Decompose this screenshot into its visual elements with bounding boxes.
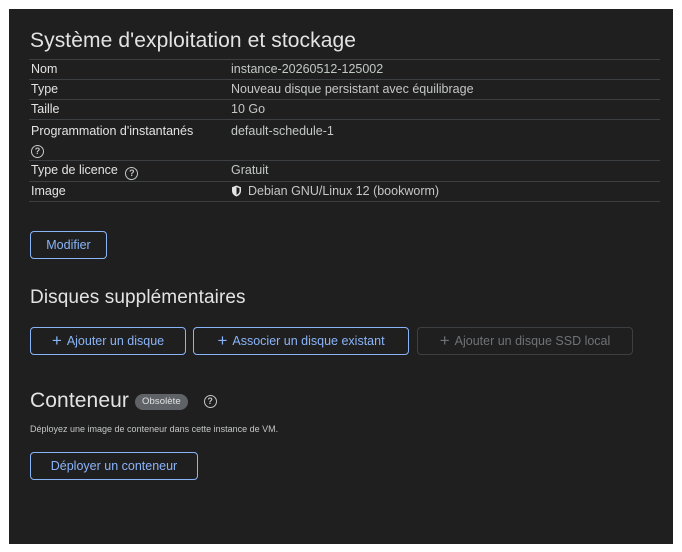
row-key: Programmation d'instantanés <box>31 124 194 138</box>
row-value: default-schedule-1 <box>231 124 334 138</box>
help-circle-icon[interactable]: ? <box>203 395 217 408</box>
row-value: Gratuit <box>231 163 269 177</box>
row-value-image: Debian GNU/Linux 12 (bookworm) <box>231 183 660 200</box>
row-value: 10 Go <box>231 102 266 116</box>
plus-icon: + <box>51 331 62 350</box>
row-key-snapshot: Programmation d'instantanés ? <box>29 123 231 158</box>
table-row: Type de licence ? Gratuit <box>29 160 660 181</box>
row-key: Taille <box>31 102 60 116</box>
row-key-license: Type de licence ? <box>29 162 231 180</box>
attach-disk-button[interactable]: + Associer un disque existant <box>193 327 409 355</box>
table-row: Type Nouveau disque persistant avec équi… <box>29 79 660 99</box>
row-key: Image <box>31 184 66 198</box>
os-storage-table: Nom instance-20260512-125002 Type Nouvea… <box>29 59 660 202</box>
plus-icon: + <box>217 331 228 350</box>
image-value: Debian GNU/Linux 12 (bookworm) <box>248 184 440 198</box>
add-disk-button[interactable]: + Ajouter un disque <box>30 327 186 355</box>
container-title-row: Conteneur Obsolète ? <box>30 389 217 413</box>
row-key: Nom <box>31 62 58 76</box>
deprecated-badge: Obsolète <box>134 394 188 410</box>
container-description: Déployez une image de conteneur dans cet… <box>30 424 279 434</box>
plus-icon: + <box>439 331 450 350</box>
table-row: Image Debian GNU/Linux 12 (bookworm) <box>29 181 660 202</box>
row-key: Type <box>31 82 59 96</box>
add-local-ssd-button[interactable]: + Ajouter un disque SSD local <box>417 327 633 355</box>
add-ssd-label: Ajouter un disque SSD local <box>454 334 611 348</box>
add-disk-label: Ajouter un disque <box>66 334 165 348</box>
row-value: Nouveau disque persistant avec équilibra… <box>231 82 474 96</box>
table-row: Nom instance-20260512-125002 <box>29 59 660 79</box>
row-key: Type de licence <box>31 163 118 177</box>
modify-button[interactable]: Modifier <box>30 231 107 259</box>
attach-disk-label: Associer un disque existant <box>232 334 385 348</box>
container-title: Conteneur <box>30 389 129 412</box>
table-row: Programmation d'instantanés ? default-sc… <box>29 119 660 160</box>
additional-disks-title: Disques supplémentaires <box>30 287 246 308</box>
shield-icon <box>232 185 241 197</box>
help-circle-icon[interactable]: ? <box>31 145 44 158</box>
deploy-container-button[interactable]: Déployer un conteneur <box>30 452 198 480</box>
help-circle-icon[interactable]: ? <box>125 167 139 180</box>
row-value: instance-20260512-125002 <box>231 62 384 76</box>
vm-config-panel: Système d'exploitation et stockage Nom i… <box>9 9 673 544</box>
table-row: Taille 10 Go <box>29 99 660 119</box>
os-storage-title: Système d'exploitation et stockage <box>30 29 357 52</box>
